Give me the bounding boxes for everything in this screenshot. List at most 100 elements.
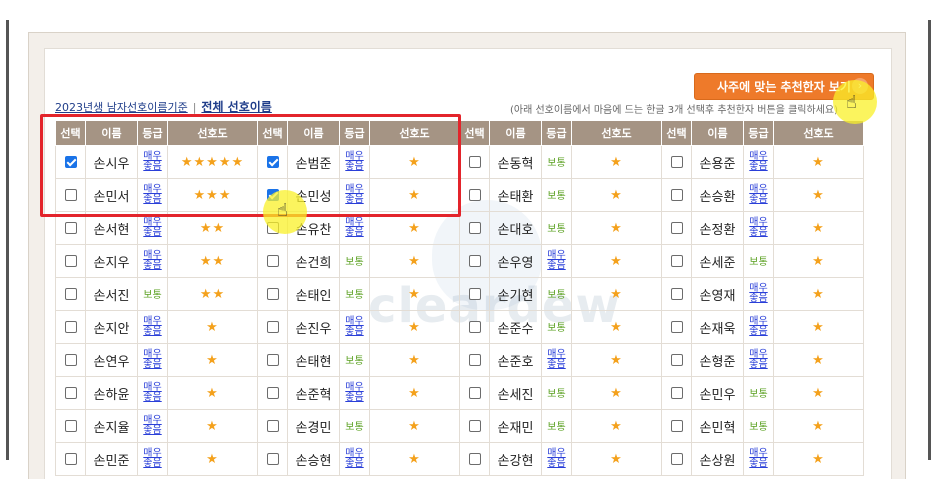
name-checkbox[interactable] bbox=[266, 255, 279, 267]
name-checkbox[interactable] bbox=[468, 321, 481, 333]
select-cell bbox=[661, 178, 692, 212]
name-checkbox[interactable] bbox=[468, 222, 481, 234]
select-cell bbox=[55, 343, 86, 377]
grade-very-good-link[interactable]: 매우 좋음 bbox=[143, 382, 161, 403]
grade-very-good-link[interactable]: 매우 좋음 bbox=[749, 217, 767, 238]
grade-very-good-link[interactable]: 매우 좋음 bbox=[749, 349, 767, 370]
name-cell: 손준호 bbox=[489, 343, 542, 377]
preference-cell: ★ bbox=[369, 244, 460, 278]
preference-cell: ★ bbox=[571, 409, 662, 443]
year-criteria-link[interactable]: 2023년생 남자선호이름기준 bbox=[55, 101, 188, 114]
grade-normal-label: 보통 bbox=[749, 388, 768, 400]
name-checkbox[interactable] bbox=[266, 321, 279, 333]
name-checkbox[interactable] bbox=[468, 420, 481, 432]
grade-very-good-link[interactable]: 매우 좋음 bbox=[143, 349, 161, 370]
grade-very-good-link[interactable]: 매우 좋음 bbox=[749, 184, 767, 205]
name-checkbox[interactable] bbox=[266, 453, 279, 465]
grade-very-good-link[interactable]: 매우 좋음 bbox=[749, 151, 767, 172]
name-checkbox[interactable] bbox=[468, 453, 481, 465]
name-checkbox[interactable] bbox=[64, 288, 77, 300]
grade-very-good-link[interactable]: 매우 좋음 bbox=[143, 415, 161, 436]
grade-line: 좋음 bbox=[143, 457, 162, 469]
select-cell bbox=[55, 244, 86, 278]
grade-very-good-link[interactable]: 매우 좋음 bbox=[345, 382, 363, 403]
grade-very-good-link[interactable]: 매우 좋음 bbox=[749, 448, 767, 469]
name-checkbox[interactable] bbox=[670, 156, 683, 168]
grade-very-good-link[interactable]: 매우 좋음 bbox=[345, 316, 363, 337]
grade-very-good-link[interactable]: 매우 좋음 bbox=[143, 448, 162, 469]
grade-normal-label: 보통 bbox=[547, 157, 566, 169]
grade-line: 좋음 bbox=[547, 259, 566, 271]
star-rating-icon: ★ bbox=[812, 352, 825, 368]
name-checkbox[interactable] bbox=[670, 288, 683, 300]
name-checkbox[interactable] bbox=[64, 354, 77, 366]
star-rating-icon: ★ bbox=[812, 319, 825, 335]
name-checkbox[interactable] bbox=[468, 354, 481, 366]
select-cell bbox=[661, 409, 692, 443]
grade-very-good-link[interactable]: 매우 좋음 bbox=[143, 316, 161, 337]
all-names-link[interactable]: 전체 선호이름 bbox=[201, 100, 271, 114]
star-rating-icon: ★ bbox=[610, 385, 623, 401]
grade-cell: 보통 bbox=[541, 376, 572, 410]
name-checkbox[interactable] bbox=[64, 222, 77, 234]
star-rating-icon: ★ bbox=[408, 352, 421, 368]
select-cell bbox=[257, 343, 288, 377]
star-rating-icon: ★ bbox=[812, 253, 825, 269]
name-checkbox[interactable] bbox=[64, 387, 77, 399]
preference-cell: ★ bbox=[571, 211, 662, 245]
name-checkbox[interactable] bbox=[670, 222, 683, 234]
grade-cell: 매우 좋음 bbox=[541, 442, 572, 476]
name-cell: 손동혁 bbox=[489, 145, 542, 179]
name-checkbox[interactable] bbox=[266, 387, 279, 399]
grade-very-good-link[interactable]: 매우 좋음 bbox=[143, 250, 161, 271]
preference-cell: ★ bbox=[571, 244, 662, 278]
preference-cell: ★ bbox=[773, 277, 864, 311]
name-checkbox[interactable] bbox=[64, 321, 77, 333]
name-cell: 손대호 bbox=[489, 211, 542, 245]
grade-very-good-link[interactable]: 매우 좋음 bbox=[345, 448, 363, 469]
saju-button-label: 사주에 맞는 추천한자 보기 bbox=[717, 80, 851, 94]
name-cell: 손상원 bbox=[691, 442, 744, 476]
name-checkbox[interactable] bbox=[468, 255, 481, 267]
star-rating-icon: ★ bbox=[408, 385, 421, 401]
grade-very-good-link[interactable]: 매우 좋음 bbox=[345, 217, 364, 238]
name-checkbox[interactable] bbox=[670, 354, 683, 366]
name-checkbox[interactable] bbox=[468, 288, 481, 300]
name-checkbox[interactable] bbox=[266, 354, 279, 366]
grade-normal-label: 보통 bbox=[547, 223, 566, 235]
name-checkbox[interactable] bbox=[266, 288, 279, 300]
grade-very-good-link[interactable]: 매우 좋음 bbox=[749, 283, 768, 304]
name-checkbox[interactable] bbox=[670, 255, 683, 267]
grade-normal-label: 보통 bbox=[345, 421, 364, 433]
select-cell bbox=[55, 376, 86, 410]
name-cell: 손민혁 bbox=[691, 409, 744, 443]
grade-line: 좋음 bbox=[749, 292, 768, 304]
name-checkbox[interactable] bbox=[266, 420, 279, 432]
name-checkbox[interactable] bbox=[64, 453, 77, 465]
grade-line: 좋음 bbox=[345, 226, 364, 238]
grade-very-good-link[interactable]: 매우 좋음 bbox=[749, 316, 767, 337]
name-cell: 손우영 bbox=[489, 244, 542, 278]
name-checkbox[interactable] bbox=[468, 387, 481, 399]
name-checkbox[interactable] bbox=[670, 189, 683, 201]
star-rating-icon: ★ bbox=[610, 352, 623, 368]
name-checkbox[interactable] bbox=[670, 321, 683, 333]
grade-very-good-link[interactable]: 매우 좋음 bbox=[547, 349, 565, 370]
preference-cell: ★ bbox=[571, 178, 662, 212]
grade-very-good-link[interactable]: 매우 좋음 bbox=[547, 448, 565, 469]
name-checkbox[interactable] bbox=[64, 255, 77, 267]
star-rating-icon: ★ bbox=[610, 418, 623, 434]
preference-cell: ★ bbox=[571, 145, 662, 179]
name-checkbox[interactable] bbox=[670, 387, 683, 399]
name-checkbox[interactable] bbox=[64, 420, 77, 432]
select-cell bbox=[257, 244, 288, 278]
grade-very-good-link[interactable]: 매우 좋음 bbox=[547, 250, 566, 271]
grade-very-good-link[interactable]: 매우 좋음 bbox=[143, 217, 161, 238]
name-cell: 손영재 bbox=[691, 277, 744, 311]
name-checkbox[interactable] bbox=[468, 156, 481, 168]
name-checkbox[interactable] bbox=[670, 453, 683, 465]
preference-cell: ★ bbox=[571, 310, 662, 344]
name-checkbox[interactable] bbox=[468, 189, 481, 201]
name-checkbox[interactable] bbox=[670, 420, 683, 432]
name-cell: 손강현 bbox=[489, 442, 542, 476]
